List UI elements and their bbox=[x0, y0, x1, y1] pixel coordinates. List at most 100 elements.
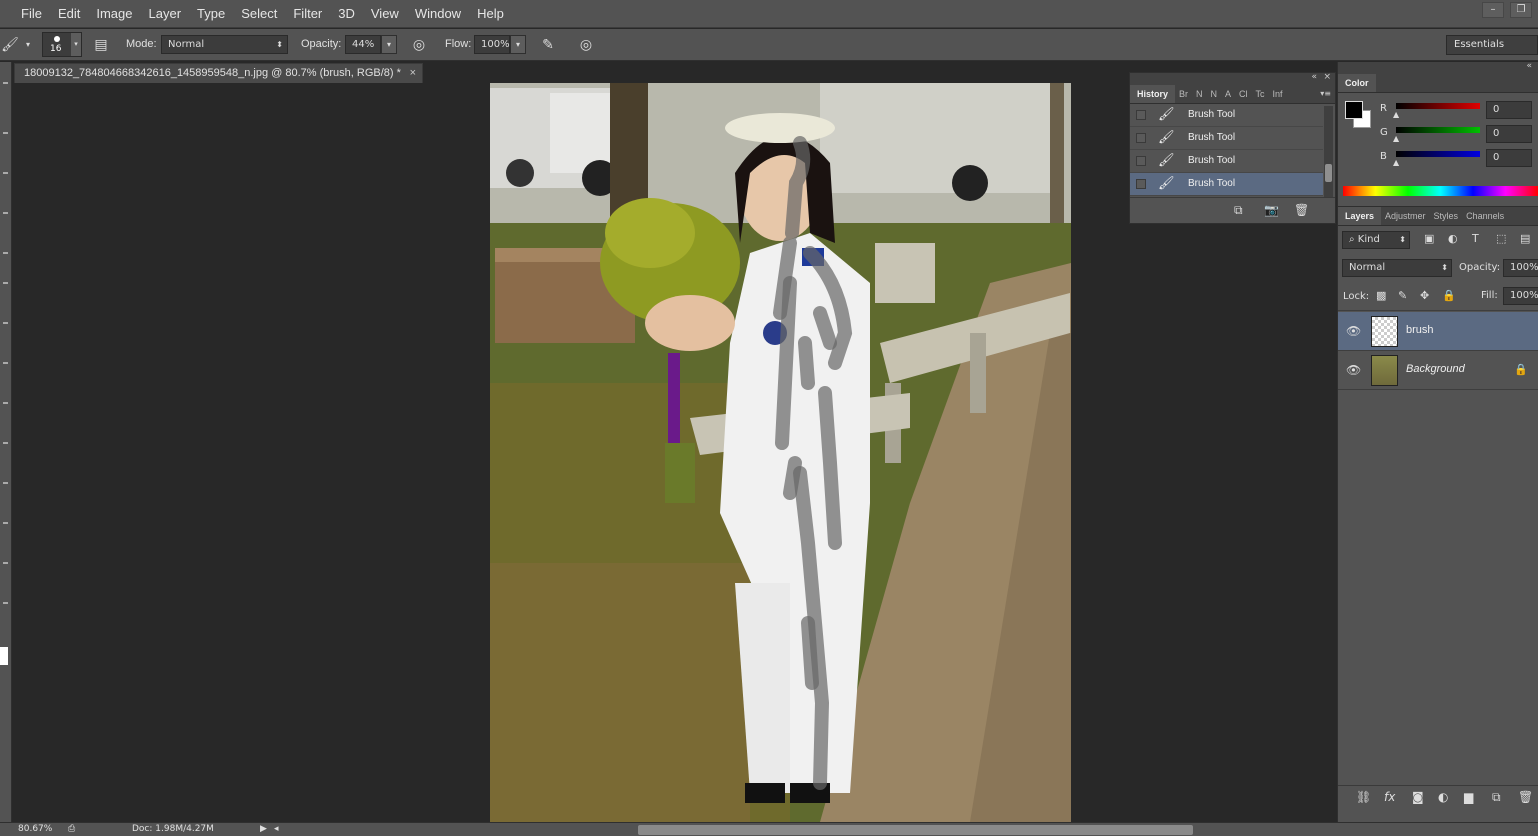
tool-marker[interactable] bbox=[3, 322, 8, 324]
tab-adjustments[interactable]: Adjustmer bbox=[1381, 207, 1430, 225]
restore-button[interactable]: ❐ bbox=[1510, 2, 1532, 18]
opacity-dropdown[interactable]: ▾ bbox=[381, 35, 397, 54]
link-layers-icon[interactable]: ⛓ bbox=[1356, 790, 1371, 804]
lock-all-icon[interactable]: 🔒 bbox=[1442, 289, 1456, 302]
layer-name[interactable]: brush bbox=[1406, 324, 1434, 336]
tab-clone-source[interactable]: Cl bbox=[1235, 85, 1252, 103]
tab-info[interactable]: Inf bbox=[1269, 85, 1287, 103]
tab-history[interactable]: History bbox=[1130, 85, 1176, 103]
menu-filter[interactable]: Filter bbox=[285, 0, 330, 28]
flow-input[interactable]: 100% bbox=[474, 35, 510, 54]
collapse-icon[interactable]: « bbox=[1311, 72, 1317, 82]
adjustment-layer-filter-icon[interactable]: ◐ bbox=[1448, 232, 1458, 245]
layer-row-brush[interactable]: 👁 brush bbox=[1338, 312, 1538, 351]
tab-notes[interactable]: N bbox=[1192, 85, 1207, 103]
green-slider[interactable] bbox=[1396, 127, 1480, 133]
pressure-size-icon[interactable]: ◎ bbox=[576, 35, 596, 55]
red-value-input[interactable]: 0 bbox=[1486, 101, 1532, 119]
history-item[interactable]: 🖌 Brush Tool bbox=[1130, 104, 1323, 127]
tool-marker[interactable] bbox=[3, 212, 8, 214]
horizontal-scrollbar[interactable] bbox=[638, 825, 1193, 835]
history-source-checkbox[interactable] bbox=[1136, 156, 1146, 166]
tool-marker[interactable] bbox=[3, 562, 8, 564]
history-source-checkbox[interactable] bbox=[1136, 133, 1146, 143]
tool-marker[interactable] bbox=[3, 132, 8, 134]
history-source-checkbox[interactable] bbox=[1136, 110, 1146, 120]
tab-actions[interactable]: A bbox=[1221, 85, 1235, 103]
tool-marker[interactable] bbox=[3, 402, 8, 404]
slider-knob-icon[interactable]: ▲ bbox=[1393, 158, 1399, 167]
menu-view[interactable]: View bbox=[363, 0, 407, 28]
tool-marker[interactable] bbox=[3, 602, 8, 604]
adjustment-layer-icon[interactable]: ◐ bbox=[1438, 790, 1448, 804]
color-spectrum-ramp[interactable] bbox=[1343, 186, 1538, 196]
menu-layer[interactable]: Layer bbox=[141, 0, 190, 28]
camera-icon[interactable]: 📷 bbox=[1264, 203, 1279, 217]
document-tab[interactable]: 18009132_784804668342616_1458959548_n.jp… bbox=[14, 63, 423, 83]
brush-preset-picker[interactable]: 16 ▾ bbox=[42, 32, 82, 57]
tool-marker[interactable] bbox=[3, 482, 8, 484]
export-icon[interactable]: ⎙ bbox=[68, 824, 75, 834]
layer-opacity-input[interactable]: 100% bbox=[1503, 259, 1538, 277]
history-item-selected[interactable]: 🖌 Brush Tool bbox=[1130, 173, 1323, 196]
new-layer-icon[interactable]: ⧉ bbox=[1492, 790, 1501, 805]
tool-marker[interactable] bbox=[3, 362, 8, 364]
document-canvas-image[interactable] bbox=[490, 83, 1071, 822]
menu-file[interactable]: File bbox=[13, 0, 50, 28]
menu-help[interactable]: Help bbox=[469, 0, 512, 28]
pressure-opacity-icon[interactable]: ◎ bbox=[409, 35, 429, 55]
fx-icon[interactable]: fx bbox=[1384, 790, 1395, 804]
history-source-checkbox[interactable] bbox=[1136, 179, 1146, 189]
slider-knob-icon[interactable]: ▲ bbox=[1393, 110, 1399, 119]
tool-preset-arrow-icon[interactable]: ▾ bbox=[18, 35, 38, 55]
panel-titlebar[interactable]: « × bbox=[1130, 72, 1335, 85]
tool-marker[interactable] bbox=[3, 442, 8, 444]
new-document-from-state-icon[interactable]: ⧉ bbox=[1234, 203, 1243, 218]
brush-tool-icon[interactable]: 🖌 bbox=[0, 35, 20, 55]
eye-icon[interactable]: 👁 bbox=[1346, 363, 1361, 377]
menu-window[interactable]: Window bbox=[407, 0, 469, 28]
pixel-layer-filter-icon[interactable]: ▣ bbox=[1424, 232, 1434, 245]
lock-image-pixels-icon[interactable]: ✎ bbox=[1398, 289, 1407, 302]
lock-transparent-pixels-icon[interactable]: ▩ bbox=[1376, 289, 1386, 302]
add-mask-icon[interactable]: ◙ bbox=[1412, 790, 1424, 804]
play-arrow-icon[interactable]: ▶ bbox=[260, 824, 267, 834]
scrollbar-thumb[interactable] bbox=[1325, 164, 1332, 182]
history-item[interactable]: 🖌 Brush Tool bbox=[1130, 127, 1323, 150]
collapse-icon[interactable]: « bbox=[1526, 61, 1532, 71]
menu-select[interactable]: Select bbox=[233, 0, 285, 28]
menu-edit[interactable]: Edit bbox=[50, 0, 88, 28]
mode-select[interactable]: Normal ⬍ bbox=[161, 35, 288, 54]
trash-icon[interactable]: 🗑 bbox=[1294, 203, 1309, 217]
layer-kind-filter[interactable]: ⌕ Kind ⬍ bbox=[1342, 231, 1410, 249]
airbrush-icon[interactable]: ✎ bbox=[538, 35, 558, 55]
fill-input[interactable]: 100% bbox=[1503, 287, 1538, 305]
tab-color[interactable]: Color bbox=[1338, 74, 1376, 92]
tool-marker[interactable] bbox=[3, 82, 8, 84]
tab-channels[interactable]: Channels bbox=[1462, 207, 1508, 225]
folder-icon[interactable]: ▆ bbox=[1464, 790, 1473, 804]
tab-styles[interactable]: Styles bbox=[1430, 207, 1463, 225]
smart-object-filter-icon[interactable]: ▤ bbox=[1520, 232, 1530, 245]
menu-type[interactable]: Type bbox=[189, 0, 233, 28]
close-icon[interactable]: × bbox=[410, 64, 416, 83]
panel-menu-icon[interactable]: ▾≡ bbox=[1320, 89, 1331, 98]
type-layer-filter-icon[interactable]: T bbox=[1472, 232, 1479, 245]
minimize-button[interactable]: – bbox=[1482, 2, 1504, 18]
tool-marker[interactable] bbox=[3, 252, 8, 254]
history-item[interactable]: 🖌 Brush Tool bbox=[1130, 150, 1323, 173]
tab-layers[interactable]: Layers bbox=[1338, 207, 1382, 225]
eye-icon[interactable]: 👁 bbox=[1346, 324, 1361, 338]
scroll-left-icon[interactable]: ◂ bbox=[274, 824, 279, 834]
trash-icon[interactable]: 🗑 bbox=[1518, 790, 1533, 804]
blend-mode-select[interactable]: Normal ⬍ bbox=[1342, 259, 1452, 277]
slider-knob-icon[interactable]: ▲ bbox=[1393, 134, 1399, 143]
dock-titlebar[interactable]: « bbox=[1338, 61, 1538, 74]
blue-slider[interactable] bbox=[1396, 151, 1480, 157]
lock-position-icon[interactable]: ✥ bbox=[1420, 289, 1429, 302]
history-scrollbar[interactable] bbox=[1324, 106, 1333, 198]
menu-3d[interactable]: 3D bbox=[330, 0, 363, 28]
shape-layer-filter-icon[interactable]: ⬚ bbox=[1496, 232, 1506, 245]
green-value-input[interactable]: 0 bbox=[1486, 125, 1532, 143]
foreground-swatch[interactable] bbox=[0, 647, 8, 665]
